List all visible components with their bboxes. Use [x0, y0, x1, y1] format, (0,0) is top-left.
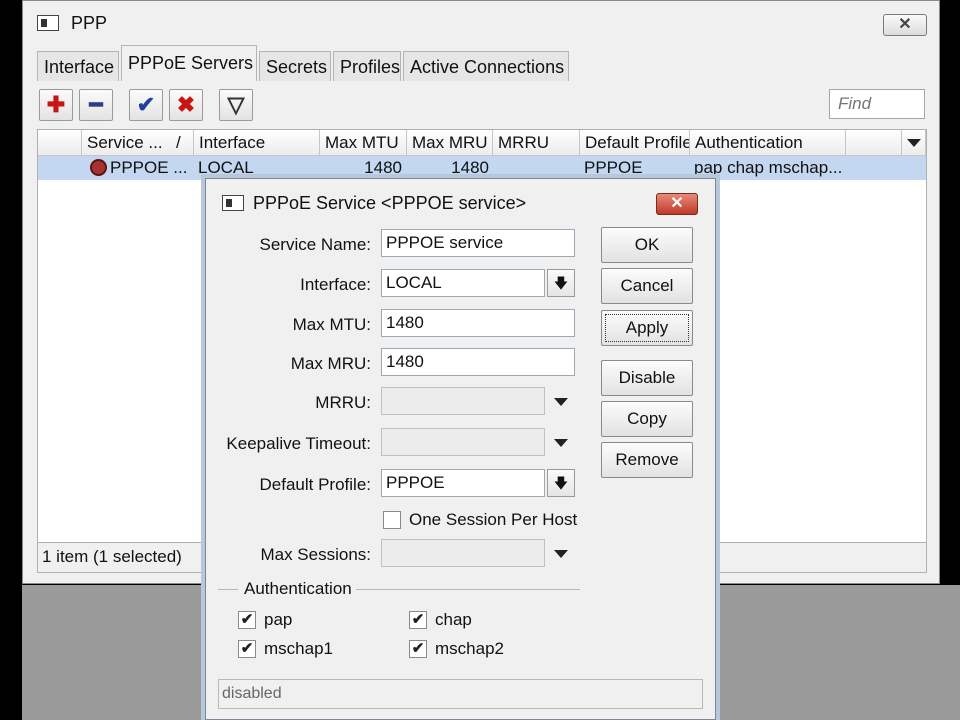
- checkmark-icon: ✔: [136, 92, 156, 117]
- pap-label: pap: [264, 610, 293, 629]
- window-close-button[interactable]: ✕: [883, 14, 927, 36]
- tab-interface[interactable]: Interface: [37, 51, 119, 81]
- dialog-window-icon: [222, 195, 244, 211]
- columns-menu-button[interactable]: [902, 130, 926, 156]
- keepalive-timeout-input[interactable]: [381, 428, 545, 456]
- keepalive-expand-arrow-icon[interactable]: [554, 439, 568, 447]
- pap-checkbox[interactable]: ✔: [238, 611, 256, 629]
- service-name-label: Service Name:: [259, 235, 371, 254]
- keepalive-timeout-label: Keepalive Timeout:: [226, 434, 371, 453]
- column-header-blank: [38, 130, 82, 156]
- filter-button[interactable]: ▽: [219, 89, 253, 121]
- max-mru-input[interactable]: 1480: [381, 348, 575, 376]
- apply-button[interactable]: Apply: [601, 310, 693, 346]
- tab-secrets[interactable]: Secrets: [259, 51, 331, 81]
- window-title: PPP: [71, 13, 108, 33]
- max-sessions-label: Max Sessions:: [260, 545, 371, 564]
- disable-button[interactable]: ✖: [169, 89, 203, 121]
- column-header-mrru[interactable]: MRRU: [493, 130, 580, 156]
- mrru-label: MRRU:: [315, 393, 371, 412]
- dialog-title: PPPoE Service <PPPOE service>: [253, 193, 527, 213]
- mschap2-checkbox[interactable]: ✔: [409, 640, 427, 658]
- chap-checkbox[interactable]: ✔: [409, 611, 427, 629]
- mschap2-label: mschap2: [435, 639, 504, 658]
- cell-authentication: pap chap mschap...: [694, 158, 843, 177]
- interface-select[interactable]: LOCAL: [381, 269, 545, 297]
- mschap1-label: mschap1: [264, 639, 333, 658]
- mschap1-checkbox[interactable]: ✔: [238, 640, 256, 658]
- disable-button[interactable]: Disable: [601, 360, 693, 396]
- dropdown-arrow-icon: 🡇: [553, 475, 569, 491]
- tab-profiles[interactable]: Profiles: [333, 51, 401, 81]
- cell-interface: LOCAL: [198, 158, 254, 177]
- cell-max-mtu: 1480: [364, 158, 402, 177]
- default-profile-dropdown-button[interactable]: 🡇: [547, 469, 575, 497]
- cell-default-profile: PPPOE: [584, 158, 643, 177]
- tab-pppoe-servers[interactable]: PPPoE Servers: [121, 45, 257, 81]
- cross-icon: ✖: [176, 92, 196, 117]
- remove-button[interactable]: Remove: [601, 442, 693, 478]
- column-header-max-mru[interactable]: Max MRU: [407, 130, 493, 156]
- one-session-per-host-checkbox[interactable]: [383, 511, 401, 529]
- find-input[interactable]: [829, 89, 925, 119]
- default-profile-label: Default Profile:: [259, 475, 372, 494]
- table-row[interactable]: PPPOE ... LOCAL 1480 1480 PPPOE pap chap…: [38, 156, 926, 180]
- chap-label: chap: [435, 610, 472, 629]
- plus-icon: ✚: [46, 92, 66, 117]
- enable-button[interactable]: ✔: [129, 89, 163, 121]
- app-window-icon: [37, 15, 59, 31]
- max-mtu-input[interactable]: 1480: [381, 309, 575, 337]
- dropdown-arrow-icon: [907, 139, 921, 147]
- pppoe-server-icon: [90, 159, 107, 176]
- column-header-authentication[interactable]: Authentication: [690, 130, 846, 156]
- authentication-group-legend: Authentication: [242, 579, 354, 599]
- filter-icon: ▽: [227, 92, 245, 117]
- pppoe-service-dialog: PPPoE Service <PPPOE service> ✕ Service …: [205, 178, 716, 720]
- minus-icon: ━: [89, 92, 103, 117]
- tab-active-connections[interactable]: Active Connections: [403, 51, 569, 81]
- add-button[interactable]: ✚: [39, 89, 73, 121]
- auth-group-line-right: [356, 589, 580, 590]
- dialog-close-button[interactable]: ✕: [656, 193, 698, 215]
- column-header-interface[interactable]: Interface: [194, 130, 320, 156]
- cell-mrru: [498, 156, 578, 180]
- column-header-service[interactable]: Service ... /: [82, 130, 194, 156]
- remove-button[interactable]: ━: [79, 89, 113, 121]
- window-titlebar[interactable]: PPP ✕: [23, 1, 939, 43]
- default-profile-select[interactable]: PPPOE: [381, 469, 545, 497]
- max-sessions-expand-arrow-icon[interactable]: [554, 550, 568, 558]
- copy-button[interactable]: Copy: [601, 401, 693, 437]
- max-mru-label: Max MRU:: [290, 354, 371, 373]
- max-sessions-input[interactable]: [381, 539, 545, 567]
- dialog-status-bar: disabled: [218, 679, 703, 709]
- max-mtu-label: Max MTU:: [292, 315, 371, 334]
- cancel-button[interactable]: Cancel: [601, 268, 693, 304]
- service-name-input[interactable]: PPPOE service: [381, 229, 575, 257]
- dialog-titlebar[interactable]: PPPoE Service <PPPOE service> ✕: [206, 179, 715, 225]
- mrru-input[interactable]: [381, 387, 545, 415]
- ok-button[interactable]: OK: [601, 227, 693, 263]
- one-session-per-host-label: One Session Per Host: [409, 510, 578, 529]
- auth-group-line-left: [218, 589, 238, 590]
- interface-dropdown-button[interactable]: 🡇: [547, 269, 575, 297]
- dropdown-arrow-icon: 🡇: [553, 275, 569, 291]
- column-header-max-mtu[interactable]: Max MTU: [320, 130, 407, 156]
- column-header-default-profile[interactable]: Default Profile: [580, 130, 690, 156]
- column-header-spacer: [846, 130, 902, 156]
- sort-indicator: /: [176, 133, 181, 152]
- mrru-expand-arrow-icon[interactable]: [554, 398, 568, 406]
- cell-service: PPPOE ...: [110, 158, 188, 177]
- cell-max-mru: 1480: [451, 158, 489, 177]
- interface-label: Interface:: [300, 275, 371, 294]
